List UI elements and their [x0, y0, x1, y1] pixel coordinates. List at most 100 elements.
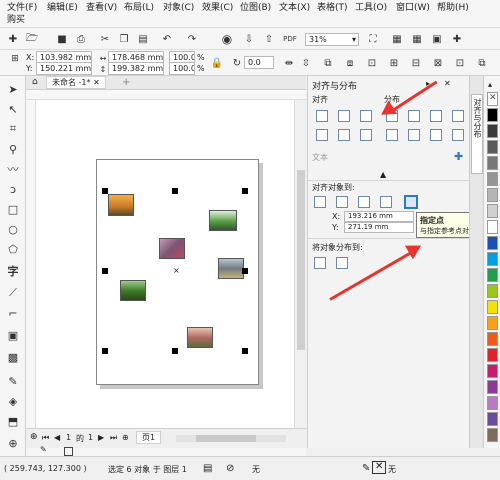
menu-help[interactable]: 帮助(H) [437, 2, 469, 14]
ungroup-icon[interactable]: ⧈ [343, 56, 357, 70]
none-swatch[interactable] [64, 447, 73, 456]
text-tool-icon[interactable]: 字 [6, 264, 20, 278]
import-icon[interactable]: ⇩ [242, 32, 256, 46]
eyedropper-small-icon[interactable]: ✎ [40, 445, 47, 454]
text-align-add-icon[interactable]: ✚ [454, 150, 463, 163]
selection-handle[interactable] [242, 188, 248, 194]
align-center-v-icon[interactable] [338, 129, 350, 141]
shape-tool-icon[interactable]: ↖ [6, 102, 20, 116]
preset-icon[interactable]: ⊞ [8, 52, 22, 66]
color-swatch[interactable] [487, 332, 498, 346]
last-page-icon[interactable]: ⏭ [110, 433, 117, 443]
mirror-v-icon[interactable]: ⇳ [299, 56, 313, 70]
selection-handle[interactable] [242, 268, 248, 274]
side-tab-align[interactable]: 对齐与分布 [471, 94, 483, 174]
print-icon[interactable]: ⎙ [74, 32, 88, 46]
color-swatch[interactable] [487, 300, 498, 314]
fill-icon[interactable]: ⊘ [226, 463, 234, 474]
align-to-specified-point-button[interactable] [404, 195, 418, 209]
height-field[interactable]: 199.382 mm [108, 62, 164, 75]
menu-edit[interactable]: 编辑(E) [47, 2, 78, 14]
color-swatch[interactable] [487, 348, 498, 362]
snap-icon[interactable]: ▣ [430, 32, 444, 46]
lock-ratio-icon[interactable]: 🔒 [210, 56, 224, 70]
menu-effects[interactable]: 效果(C) [202, 2, 233, 14]
prev-page-icon[interactable]: ◀ [54, 433, 60, 442]
page-tab[interactable]: 页1 [136, 431, 162, 444]
document-color-icon[interactable]: ▤ [203, 463, 212, 474]
cut-icon[interactable]: ✂ [98, 32, 112, 46]
menu-table[interactable]: 表格(T) [317, 2, 348, 14]
align-dock-icon[interactable]: ⧉ [475, 56, 489, 70]
first-page-icon[interactable]: ⏮ [42, 433, 49, 443]
color-swatch[interactable] [487, 204, 498, 218]
distribute-top-icon[interactable] [386, 129, 398, 141]
distribute-to-page-icon[interactable] [336, 257, 348, 269]
selection-handle[interactable] [172, 188, 178, 194]
zoom-tool-icon[interactable]: ⚲ [6, 142, 20, 156]
distribute-center-v-icon[interactable] [408, 129, 420, 141]
color-swatch[interactable] [487, 188, 498, 202]
search-icon[interactable]: ◉ [220, 32, 234, 46]
align-top-icon[interactable] [316, 129, 328, 141]
align-right-icon[interactable] [360, 110, 372, 122]
menu-bitmap[interactable]: 位图(B) [240, 2, 271, 14]
photo-tree[interactable] [120, 280, 146, 301]
new-icon[interactable]: ✚ [6, 32, 20, 46]
selection-handle[interactable] [102, 348, 108, 354]
scale-height-field[interactable]: 100.0 [169, 62, 195, 75]
add-page-icon[interactable]: ⊕ [30, 432, 38, 442]
menu-file[interactable]: 文件(F) [7, 2, 37, 14]
trim-icon[interactable]: ⊟ [409, 56, 423, 70]
horizontal-scrollbar[interactable] [176, 435, 286, 442]
menu-buy[interactable]: 购买 [7, 14, 25, 26]
color-swatch[interactable] [487, 380, 498, 394]
document-tab[interactable]: 未命名 -1* ✕ [46, 76, 106, 89]
group-icon[interactable]: ⧉ [321, 56, 335, 70]
align-to-page-center-icon[interactable] [358, 196, 370, 208]
simplify-icon[interactable]: ⊡ [453, 56, 467, 70]
selection-handle[interactable] [172, 348, 178, 354]
undo-icon[interactable]: ↶ [160, 32, 174, 46]
rulers-icon[interactable]: ▦ [390, 32, 404, 46]
rotation-field[interactable]: 0.0 [244, 56, 274, 69]
smart-fill-bucket-icon[interactable]: ⬒ [6, 414, 20, 428]
fit-icon[interactable]: ⛶ [366, 32, 380, 46]
color-swatch[interactable] [487, 412, 498, 426]
align-bottom-icon[interactable] [360, 129, 372, 141]
rectangle-tool-icon[interactable]: □ [6, 202, 20, 216]
combine-icon[interactable]: ⊡ [365, 56, 379, 70]
photo-garden[interactable] [187, 327, 213, 348]
pick-tool-icon[interactable]: ➤ [6, 82, 20, 96]
align-to-grid-icon[interactable] [380, 196, 392, 208]
parallel-dimension-icon[interactable]: ⟋ [6, 286, 20, 300]
color-swatch[interactable] [487, 140, 498, 154]
transparency-icon[interactable]: ▩ [6, 350, 20, 364]
color-swatch[interactable] [487, 284, 498, 298]
outline-icon[interactable]: ✎ [362, 463, 370, 474]
distribute-right-icon[interactable] [430, 110, 442, 122]
smart-fill-icon[interactable]: ↄ [6, 182, 20, 196]
selection-handle[interactable] [102, 268, 108, 274]
add-page-end-icon[interactable]: ⊕ [122, 433, 129, 442]
color-swatch[interactable] [487, 428, 498, 442]
photo-lake[interactable] [218, 258, 244, 279]
align-to-active-object-icon[interactable] [314, 196, 326, 208]
save-icon[interactable]: ■ [55, 32, 69, 46]
connector-tool-icon[interactable]: ⌐ [6, 306, 20, 320]
align-left-icon[interactable] [316, 110, 328, 122]
palette-arrow-icon[interactable]: ▴ [488, 80, 492, 89]
ellipse-tool-icon[interactable]: ○ [6, 222, 20, 236]
next-page-icon[interactable]: ▶ [98, 433, 104, 442]
photo-flowers[interactable] [159, 238, 185, 259]
menu-tools[interactable]: 工具(O) [355, 2, 387, 14]
intersect-icon[interactable]: ⊠ [431, 56, 445, 70]
menu-window[interactable]: 窗口(W) [396, 2, 430, 14]
page[interactable]: × [96, 159, 259, 385]
point-x-field[interactable]: 193.216 mm [344, 211, 414, 222]
options-icon[interactable]: ✚ [450, 32, 464, 46]
menu-layout[interactable]: 布局(L) [124, 2, 154, 14]
eyedropper-icon[interactable]: ✎ [6, 374, 20, 388]
distribute-center-h-icon[interactable] [408, 110, 420, 122]
new-tab-icon[interactable]: + [122, 77, 130, 88]
